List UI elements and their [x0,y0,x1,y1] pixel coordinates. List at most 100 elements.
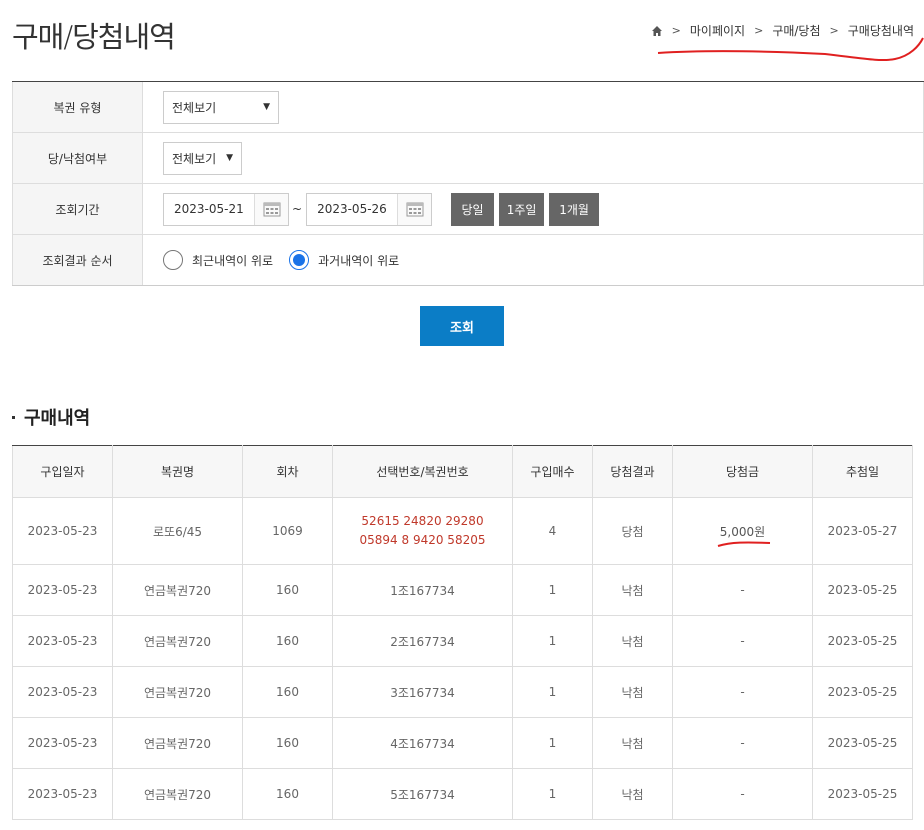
annotation-underline [657,37,924,62]
col-header: 회차 [242,445,333,498]
cell-count: 1 [512,717,593,769]
cell-date: 2023-05-23 [12,768,113,820]
col-header: 당첨결과 [592,445,673,498]
table-row: 2023-05-23 연금복권720 160 1조167734 1 낙첨 - 2… [12,564,913,616]
table-row: 2023-05-23 연금복권720 160 4조167734 1 낙첨 - 2… [12,717,913,769]
end-date-value: 2023-05-26 [317,202,387,216]
select-value: 전체보기 [172,100,217,115]
col-header: 추첨일 [812,445,913,498]
filter-label: 조회기간 [12,184,143,234]
radio-circle-selected[interactable] [289,250,310,270]
radio-label: 과거내역이 위로 [318,253,400,268]
cell-date: 2023-05-23 [12,717,113,769]
filter-row-win: 당/낙첨여부 전체보기 ▼ [12,133,924,184]
search-filter: 복권 유형 전체보기 ▼ 당/낙첨여부 전체보기 ▼ 조회기간 2023-05-… [12,81,924,286]
start-date-value: 2023-05-21 [174,202,244,216]
select-value: 전체보기 [172,151,217,166]
calendar-icon[interactable] [254,193,288,225]
filter-row-order: 조회결과 순서 최근내역이 위로 과거내역이 위로 [12,235,924,286]
cell-numbers-link[interactable]: 3조167734 [332,666,513,718]
end-date-input[interactable]: 2023-05-26 [306,192,433,226]
cell-numbers-link[interactable]: 52615 24820 29280 05894 8 9420 58205 [332,497,513,565]
cell-date: 2023-05-23 [12,666,113,718]
cell-result: 당첨 [592,497,673,565]
table-row: 2023-05-23 연금복권720 160 3조167734 1 낙첨 - 2… [12,666,913,718]
table-row: 2023-05-23 로또6/45 1069 52615 24820 29280… [12,497,913,565]
cell-draw-date: 2023-05-25 [812,717,913,769]
filter-label: 복권 유형 [12,82,143,132]
cell-numbers-link[interactable]: 5조167734 [332,768,513,820]
cell-count: 1 [512,666,593,718]
today-button[interactable]: 당일 [451,192,495,226]
col-header: 구입일자 [12,445,113,498]
radio-label: 최근내역이 위로 [192,253,274,268]
one-week-button[interactable]: 1주일 [499,192,545,226]
range-tilde: ~ [292,202,303,216]
home-icon[interactable] [651,25,663,37]
cell-result: 낙첨 [592,564,673,616]
radio-circle[interactable] [163,250,183,270]
win-status-select[interactable]: 전체보기 ▼ [163,141,242,175]
one-month-button[interactable]: 1개월 [549,192,600,226]
cell-numbers-link[interactable]: 4조167734 [332,717,513,769]
annotation-underline [717,540,770,547]
filter-label: 당/낙첨여부 [12,133,143,183]
cell-round: 1069 [242,497,333,565]
caret-down-icon: ▼ [226,153,233,163]
bullet-dot [12,415,15,419]
cell-count: 1 [512,564,593,616]
cell-round: 160 [242,564,333,616]
lottery-type-select[interactable]: 전체보기 ▼ [163,90,279,124]
cell-prize: - [672,666,813,718]
filter-label: 조회결과 순서 [12,235,143,285]
order-past-radio[interactable]: 과거내역이 위로 [289,250,399,270]
search-button[interactable]: 조회 [420,306,504,346]
purchase-history-table: 구입일자 복권명 회차 선택번호/복권번호 구입매수 당첨결과 당첨금 추첨일 … [12,445,913,820]
cell-draw-date: 2023-05-25 [812,768,913,820]
calendar-icon[interactable] [397,193,432,225]
cell-round: 160 [242,768,333,820]
cell-numbers-link[interactable]: 2조167734 [332,615,513,667]
cell-result: 낙첨 [592,615,673,667]
cell-lottery-name: 연금복권720 [112,666,243,718]
col-header: 복권명 [112,445,243,498]
cell-prize: - [672,717,813,769]
cell-draw-date: 2023-05-25 [812,564,913,616]
cell-prize: - [672,564,813,616]
section-title: 구매내역 [12,404,90,430]
cell-result: 낙첨 [592,717,673,769]
cell-round: 160 [242,717,333,769]
filter-row-type: 복권 유형 전체보기 ▼ [12,82,924,133]
section-title-text: 구매내역 [24,408,91,429]
cell-numbers-link[interactable]: 1조167734 [332,564,513,616]
cell-date: 2023-05-23 [12,564,113,616]
cell-draw-date: 2023-05-25 [812,615,913,667]
cell-lottery-name: 연금복권720 [112,717,243,769]
cell-date: 2023-05-23 [12,615,113,667]
cell-lottery-name: 연금복권720 [112,564,243,616]
cell-round: 160 [242,615,333,667]
start-date-input[interactable]: 2023-05-21 [163,192,289,226]
cell-count: 4 [512,497,593,565]
order-recent-radio[interactable]: 최근내역이 위로 [163,250,273,270]
cell-draw-date: 2023-05-25 [812,666,913,718]
caret-down-icon: ▼ [263,102,270,112]
table-row: 2023-05-23 연금복권720 160 5조167734 1 낙첨 - 2… [12,768,913,820]
cell-prize: - [672,615,813,667]
cell-lottery-name: 연금복권720 [112,768,243,820]
col-header: 구입매수 [512,445,593,498]
cell-lottery-name: 연금복권720 [112,615,243,667]
filter-row-period: 조회기간 2023-05-21 ~ 2023-05-26 당일 1주일 1개월 [12,184,924,235]
cell-draw-date: 2023-05-27 [812,497,913,565]
cell-lottery-name: 로또6/45 [112,497,243,565]
cell-result: 낙첨 [592,768,673,820]
page-title: 구매/당첨내역 [12,20,176,54]
table-header-row: 구입일자 복권명 회차 선택번호/복권번호 구입매수 당첨결과 당첨금 추첨일 [12,445,913,498]
cell-date: 2023-05-23 [12,497,113,565]
col-header: 당첨금 [672,445,813,498]
col-header: 선택번호/복권번호 [332,445,513,498]
cell-result: 낙첨 [592,666,673,718]
cell-round: 160 [242,666,333,718]
cell-prize: 5,000원 [672,497,813,565]
cell-count: 1 [512,768,593,820]
